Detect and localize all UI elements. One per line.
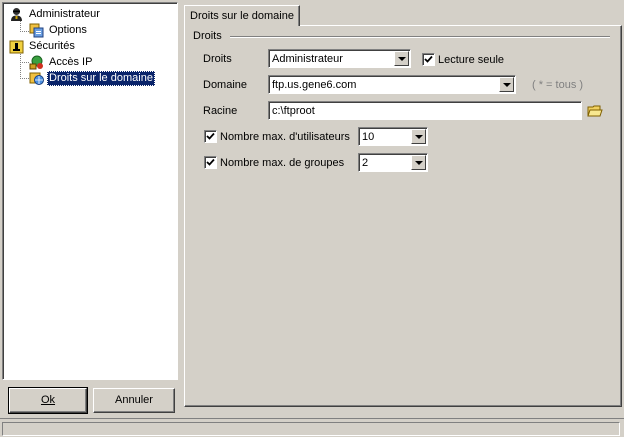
tree-item-label: Droits sur le domaine	[47, 71, 155, 86]
racine-input-value: c:\ftproot	[272, 105, 315, 117]
browse-folder-icon[interactable]	[587, 103, 603, 118]
tree-connector	[20, 62, 29, 63]
group-title: Droits	[193, 30, 222, 42]
security-lock-icon	[9, 39, 24, 54]
chevron-down-icon[interactable]	[411, 155, 426, 170]
tab-droits-domaine[interactable]: Droits sur le domaine	[184, 5, 300, 26]
cancel-button[interactable]: Annuler	[93, 388, 175, 413]
droits-select[interactable]: Administrateur	[268, 49, 411, 68]
domaine-select[interactable]: ftp.us.gene6.com	[268, 75, 516, 94]
tree-item-label: Sécurités	[29, 40, 75, 52]
racine-input[interactable]: c:\ftproot	[268, 101, 582, 120]
status-bar	[0, 418, 624, 437]
max-groups-value: 2	[362, 157, 369, 169]
tree-connector	[20, 31, 29, 32]
tree-item-label: Administrateur	[29, 8, 100, 20]
group-divider	[230, 36, 610, 38]
droits-label: Droits	[203, 53, 232, 65]
ip-access-icon	[29, 55, 44, 70]
max-users-checkbox[interactable]	[204, 130, 217, 143]
checkmark-icon	[206, 132, 215, 140]
tree-connector	[20, 78, 29, 79]
ok-button-label: Ok	[40, 394, 56, 406]
options-icon	[29, 23, 44, 38]
settings-tree[interactable]: Administrateur Options Sécurités Accès I…	[2, 2, 178, 380]
chevron-down-icon[interactable]	[411, 129, 426, 144]
tree-item-label: Options	[49, 24, 87, 36]
max-groups-checkbox[interactable]	[204, 156, 217, 169]
ok-button[interactable]: Ok	[8, 387, 88, 414]
max-groups-label: Nombre max. de groupes	[220, 157, 345, 169]
tree-connector	[20, 51, 21, 79]
racine-label: Racine	[203, 105, 238, 117]
domain-rights-icon	[29, 71, 44, 86]
chevron-down-icon[interactable]	[499, 77, 514, 92]
readonly-label: Lecture seule	[438, 54, 505, 66]
checkmark-icon	[424, 55, 433, 63]
max-users-label: Nombre max. d'utilisateurs	[220, 131, 350, 143]
readonly-checkbox[interactable]	[422, 53, 435, 66]
cancel-button-label: Annuler	[115, 394, 153, 406]
domaine-label: Domaine	[203, 79, 248, 91]
tab-label: Droits sur le domaine	[190, 10, 294, 22]
droits-select-value: Administrateur	[272, 53, 343, 65]
max-groups-select[interactable]: 2	[358, 153, 428, 172]
admin-user-icon	[9, 7, 24, 22]
max-users-select[interactable]: 10	[358, 127, 428, 146]
domaine-select-value: ftp.us.gene6.com	[272, 79, 357, 91]
status-panel	[2, 422, 620, 436]
tree-item-label: Accès IP	[49, 56, 93, 68]
max-users-value: 10	[362, 131, 375, 143]
checkmark-icon	[206, 158, 215, 166]
chevron-down-icon[interactable]	[394, 51, 409, 66]
domaine-hint: ( * = tous )	[532, 79, 584, 91]
